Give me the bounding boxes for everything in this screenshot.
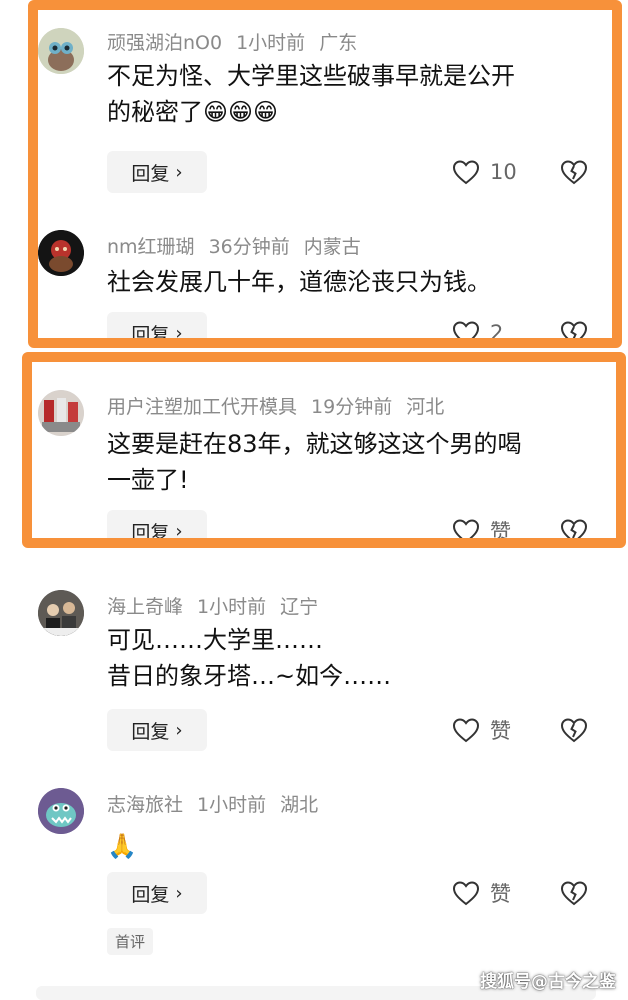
- comment-location: 广东: [319, 32, 358, 54]
- comment-time: 1小时前: [236, 32, 306, 54]
- like-count: 10: [490, 160, 517, 184]
- comment-line: 一壶了!: [107, 466, 189, 494]
- comment-line: 昔日的象牙塔…~如今……: [107, 662, 392, 690]
- comment-meta: nm红珊瑚 36分钟前 内蒙古: [107, 232, 375, 259]
- comment-time: 19分钟前: [311, 396, 393, 418]
- reply-label: 回复: [131, 323, 170, 341]
- reply-label: 回复: [131, 720, 170, 743]
- reply-button[interactable]: 回复 ›: [107, 151, 207, 193]
- like-button[interactable]: 2: [452, 312, 503, 340]
- dislike-button[interactable]: [560, 709, 590, 751]
- comment-meta: 海上奇峰 1小时前 辽宁: [107, 592, 332, 619]
- comment-line: 不足为怪、大学里这些破事早就是公开: [107, 62, 515, 90]
- comment-location: 河北: [406, 396, 445, 418]
- avatar[interactable]: [38, 28, 84, 74]
- comment-time: 1小时前: [197, 596, 267, 618]
- comment-line: 🙏: [107, 832, 137, 860]
- like-button[interactable]: 赞: [452, 709, 511, 751]
- broken-heart-icon: [560, 718, 588, 743]
- heart-icon: [452, 718, 480, 743]
- avatar[interactable]: [38, 390, 84, 436]
- heart-icon: [452, 160, 480, 185]
- reply-button[interactable]: 回复 ›: [107, 312, 207, 340]
- chevron-right-icon: ›: [175, 322, 183, 341]
- comment-meta: 志海旅社 1小时前 湖北: [107, 790, 332, 817]
- avatar[interactable]: [38, 590, 84, 636]
- reply-label: 回复: [131, 883, 170, 906]
- like-button[interactable]: 赞: [452, 872, 511, 914]
- like-count: 赞: [490, 520, 511, 540]
- comment-time: 1小时前: [197, 794, 267, 816]
- username[interactable]: 志海旅社: [107, 794, 183, 816]
- like-count: 赞: [490, 719, 511, 743]
- dislike-button[interactable]: [560, 872, 590, 914]
- comment-text: 这要是赶在83年，就这够这这个男的喝 一壶了!: [107, 426, 597, 498]
- username[interactable]: 海上奇峰: [107, 596, 183, 618]
- dislike-button[interactable]: [560, 151, 590, 193]
- like-count: 赞: [490, 882, 511, 906]
- reply-button[interactable]: 回复 ›: [107, 510, 207, 540]
- comment-time: 36分钟前: [208, 236, 290, 258]
- comment-item: 海上奇峰 1小时前 辽宁 可见……大学里…… 昔日的象牙塔…~如今…… 回复 › 赞: [0, 560, 628, 760]
- comment-line: 社会发展几十年，道德沦丧只为钱。: [107, 268, 491, 296]
- chevron-right-icon: ›: [175, 882, 183, 904]
- comment-item: nm红珊瑚 36分钟前 内蒙古 社会发展几十年，道德沦丧只为钱。 回复 › 2: [0, 200, 628, 340]
- avatar[interactable]: [38, 230, 84, 276]
- comment-location: 湖北: [280, 794, 319, 816]
- comment-item: 顽强湖泊nO0 1小时前 广东 不足为怪、大学里这些破事早就是公开 的秘密了😁😁😁 …: [0, 0, 628, 200]
- avatar[interactable]: [38, 788, 84, 834]
- username[interactable]: 用户注塑加工代开模具: [107, 396, 297, 418]
- comment-location: 内蒙古: [303, 236, 361, 258]
- heart-icon: [452, 321, 480, 340]
- watermark: 搜狐号@古今之鉴: [480, 972, 616, 992]
- broken-heart-icon: [560, 321, 588, 340]
- chevron-right-icon: ›: [175, 520, 183, 541]
- comment-text: 🙏: [107, 828, 597, 864]
- like-button[interactable]: 赞: [452, 510, 511, 540]
- comment-line: 这要是赶在83年，就这够这这个男的喝: [107, 430, 522, 458]
- heart-icon: [452, 519, 480, 540]
- heart-icon: [452, 881, 480, 906]
- comment-meta: 用户注塑加工代开模具 19分钟前 河北: [107, 392, 458, 419]
- comment-item: 用户注塑加工代开模具 19分钟前 河北 这要是赶在83年，就这够这这个男的喝 一壶了…: [0, 360, 628, 540]
- reply-label: 回复: [131, 162, 170, 185]
- reply-button[interactable]: 回复 ›: [107, 872, 207, 914]
- dislike-button[interactable]: [560, 510, 590, 540]
- broken-heart-icon: [560, 519, 588, 540]
- like-count: 2: [490, 321, 504, 340]
- like-button[interactable]: 10: [452, 151, 517, 193]
- dislike-button[interactable]: [560, 312, 590, 340]
- reply-label: 回复: [131, 521, 170, 541]
- chevron-right-icon: ›: [175, 161, 183, 183]
- broken-heart-icon: [560, 881, 588, 906]
- first-comment-badge: 首评: [107, 928, 154, 955]
- comment-location: 辽宁: [280, 596, 319, 618]
- comment-text: 不足为怪、大学里这些破事早就是公开 的秘密了😁😁😁: [107, 58, 597, 130]
- comment-line: 的秘密了😁😁😁: [107, 98, 279, 126]
- comment-line: 可见……大学里……: [107, 626, 323, 654]
- comment-item: 志海旅社 1小时前 湖北 🙏 回复 › 赞: [0, 760, 628, 960]
- username[interactable]: 顽强湖泊nO0: [107, 32, 222, 54]
- comment-text: 可见……大学里…… 昔日的象牙塔…~如今……: [107, 622, 597, 694]
- reply-button[interactable]: 回复 ›: [107, 709, 207, 751]
- username[interactable]: nm红珊瑚: [107, 236, 195, 258]
- broken-heart-icon: [560, 160, 588, 185]
- comment-meta: 顽强湖泊nO0 1小时前 广东: [107, 28, 371, 55]
- chevron-right-icon: ›: [175, 719, 183, 741]
- comment-text: 社会发展几十年，道德沦丧只为钱。: [107, 264, 597, 300]
